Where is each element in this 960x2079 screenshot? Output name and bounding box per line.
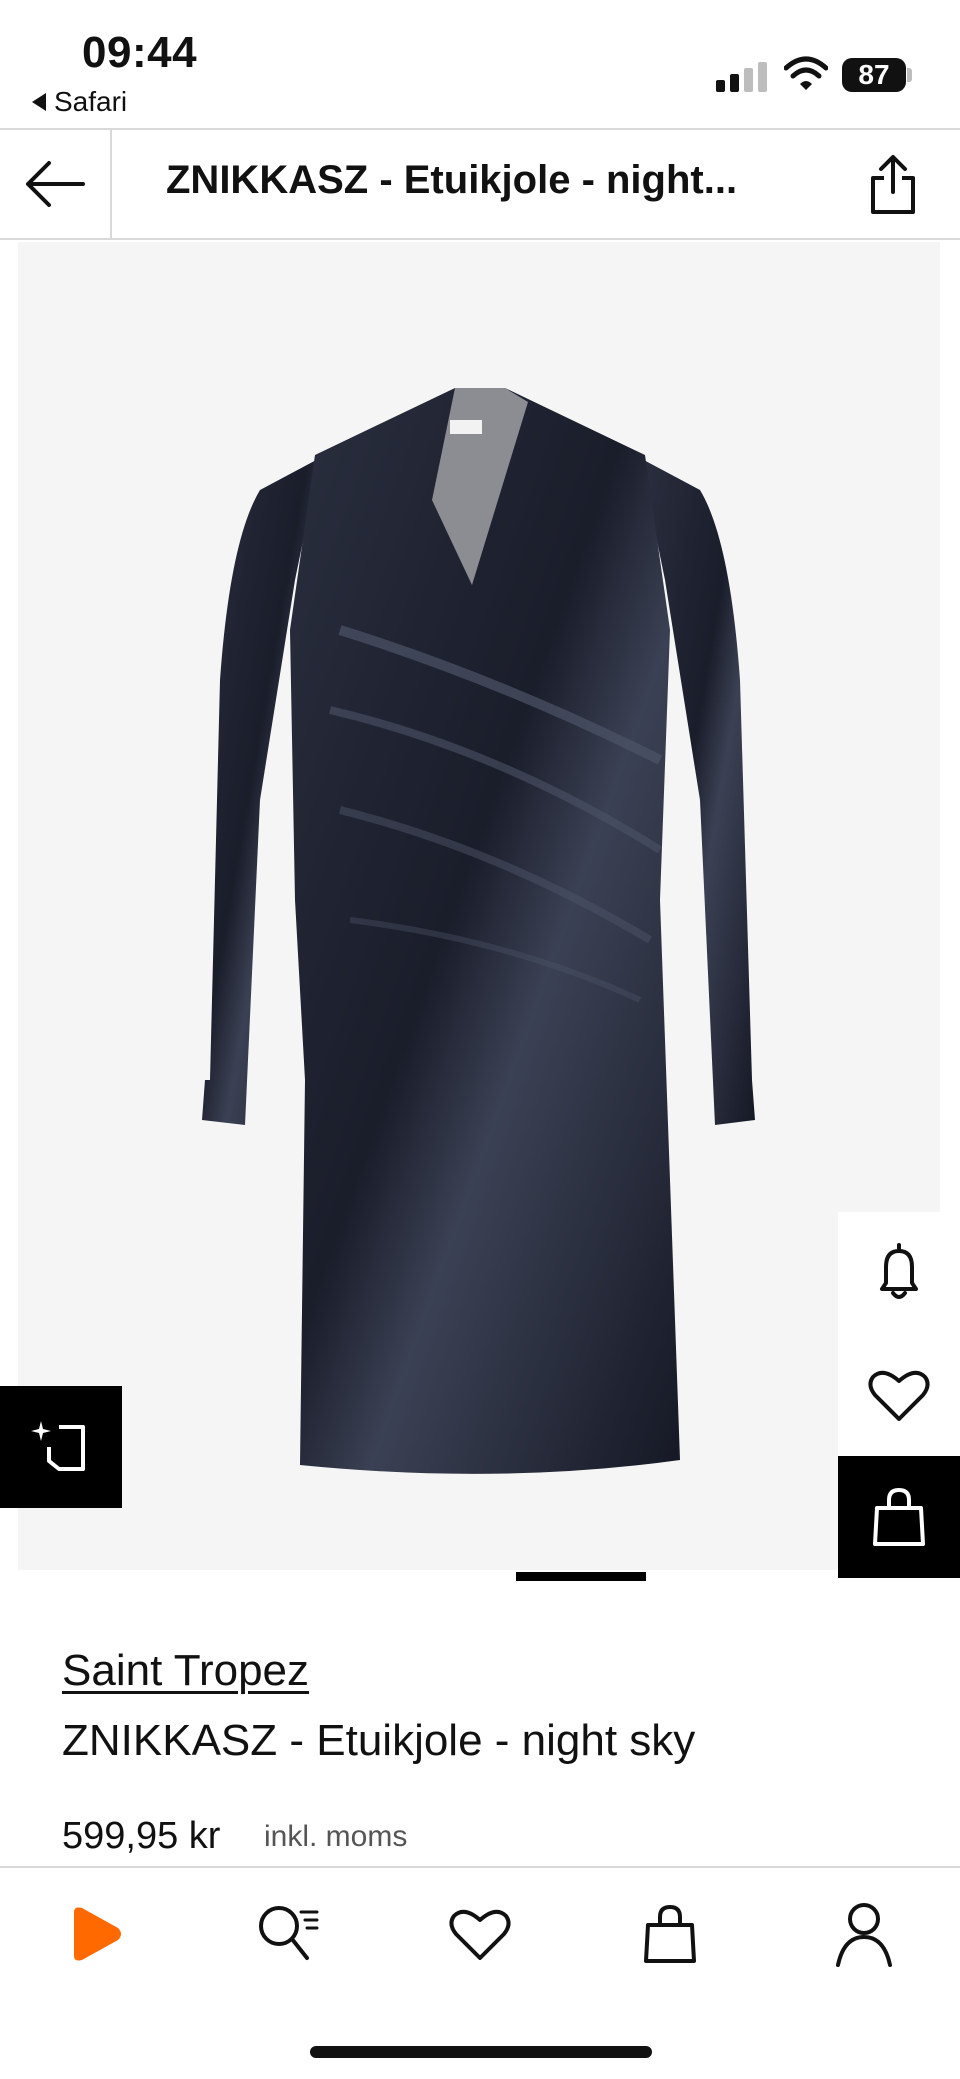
back-to-safari[interactable]: Safari [32, 86, 127, 118]
page-title: ZNIKKASZ - Etuikjole - night... [166, 158, 738, 202]
nav-wishlist[interactable] [440, 1894, 520, 1974]
back-button[interactable] [0, 128, 112, 240]
share-button[interactable] [858, 148, 928, 222]
share-icon [871, 155, 915, 214]
add-to-bag-button[interactable] [838, 1456, 960, 1578]
bell-icon [880, 1243, 918, 1299]
arrow-left-icon [26, 161, 85, 207]
virtual-try-on-button[interactable] [0, 1386, 122, 1508]
wishlist-button[interactable] [838, 1334, 960, 1456]
notify-button[interactable] [838, 1212, 960, 1334]
home-indicator[interactable] [310, 2046, 652, 2058]
home-icon [74, 1907, 121, 1961]
search-icon [259, 1906, 319, 1960]
nav-account[interactable] [824, 1894, 904, 1974]
back-triangle-icon [32, 93, 46, 111]
back-app-label: Safari [54, 86, 128, 117]
signal-icon [716, 62, 767, 92]
wishlist-icon [449, 1909, 511, 1960]
bag-icon [873, 1487, 925, 1546]
gallery-position-indicator [516, 1572, 646, 1581]
heart-icon [868, 1370, 930, 1421]
side-action-column [838, 1212, 960, 1582]
price: 599,95 kr [62, 1815, 221, 1857]
status-time: 09:44 [82, 28, 198, 77]
wifi-icon [784, 56, 828, 90]
price-note: inkl. moms [264, 1820, 408, 1853]
battery-cap [907, 68, 912, 82]
bag-icon [644, 1904, 696, 1963]
product-image[interactable] [200, 380, 760, 1480]
nav-home[interactable] [56, 1894, 136, 1974]
account-icon [836, 1903, 892, 1967]
nav-search[interactable] [248, 1894, 328, 1974]
product-name: ZNIKKASZ - Etuikjole - night sky [62, 1716, 696, 1765]
virtual-try-on-icon [31, 1421, 85, 1471]
nav-bag[interactable] [630, 1894, 710, 1974]
battery-icon: 87 [842, 58, 906, 92]
brand-link[interactable]: Saint Tropez [62, 1646, 309, 1696]
